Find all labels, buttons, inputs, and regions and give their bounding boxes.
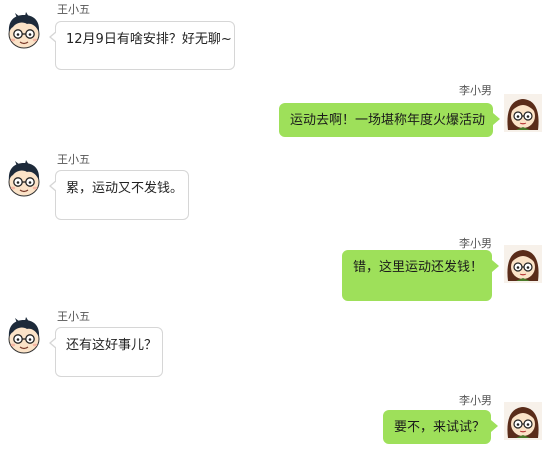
sender-name: 王小五 xyxy=(57,310,90,323)
girl-avatar-icon[interactable] xyxy=(504,245,542,283)
boy-avatar-icon[interactable] xyxy=(5,317,43,355)
boy-avatar-icon[interactable] xyxy=(5,160,43,198)
girl-avatar-icon[interactable] xyxy=(504,94,542,132)
sender-name: 王小五 xyxy=(57,153,90,166)
message-bubble: 12月9日有啥安排？好无聊~ xyxy=(49,21,235,70)
sender-name: 李小男 xyxy=(459,394,492,407)
sender-name: 王小五 xyxy=(57,3,90,16)
message-bubble: 运动去啊！一场堪称年度火爆活动 xyxy=(279,103,500,137)
message-bubble: 还有这好事儿？ xyxy=(49,327,163,377)
girl-avatar-icon[interactable] xyxy=(504,402,542,440)
sender-name: 李小男 xyxy=(459,84,492,97)
message-bubble: 错，这里运动还发钱！ xyxy=(342,250,499,301)
message-bubble: 累，运动又不发钱。 xyxy=(49,170,189,220)
message-bubble: 要不，来试试？ xyxy=(383,410,498,444)
boy-avatar-icon[interactable] xyxy=(5,12,43,50)
sender-name: 李小男 xyxy=(459,237,492,250)
